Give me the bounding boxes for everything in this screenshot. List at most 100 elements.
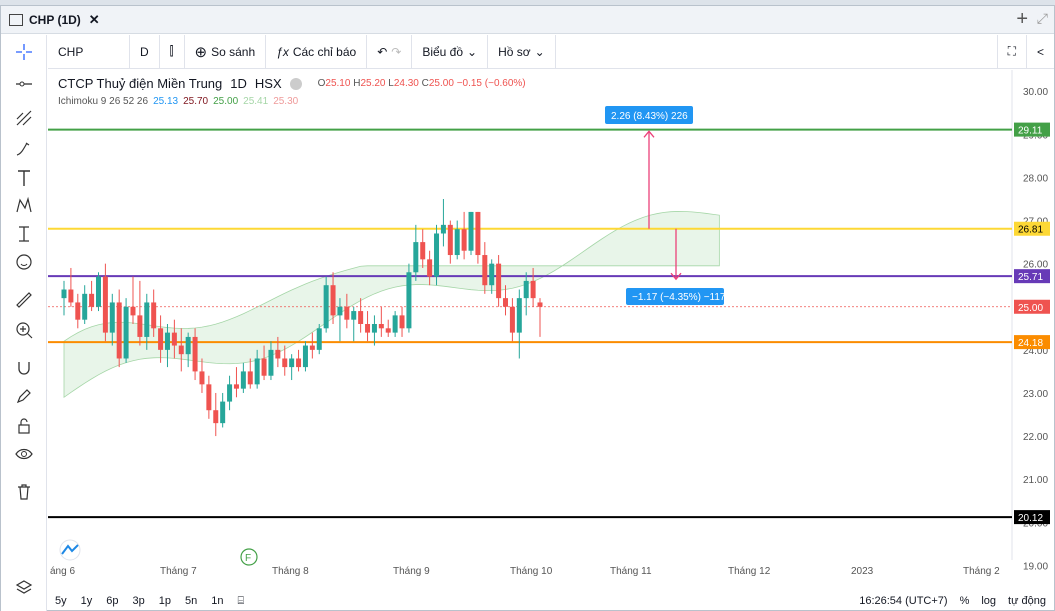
ohlc-values: O25.10 H25.20 L24.30 C25.00 −0.15 (−0.60…: [317, 78, 526, 89]
chart-type-menu[interactable]: Biểu đồ ⌄: [412, 35, 489, 68]
compare-label: So sánh: [211, 44, 256, 59]
range-5y[interactable]: 5y: [48, 595, 74, 607]
event-marker-label: F: [245, 553, 251, 564]
ruler-icon[interactable]: [13, 289, 35, 311]
candle-body: [199, 371, 205, 385]
candle-body: [116, 302, 122, 359]
candle-body: [261, 358, 267, 376]
measure-icon[interactable]: [13, 223, 35, 245]
lock-icon[interactable]: [13, 415, 35, 437]
pencil-lock-icon[interactable]: [13, 385, 35, 407]
interval-label: D: [140, 44, 149, 59]
candle-body: [158, 328, 164, 350]
drawing-toolbar: [1, 35, 47, 611]
candle-body: [178, 345, 184, 355]
x-tick-label: Tháng 8: [272, 566, 309, 577]
percent-toggle[interactable]: %: [960, 595, 970, 607]
y-tick-label: 22.00: [1023, 432, 1048, 443]
emoji-icon[interactable]: [13, 251, 35, 273]
eye-icon[interactable]: [13, 443, 35, 465]
candle-body: [268, 349, 274, 376]
candle-body: [323, 285, 329, 329]
candle-body: [385, 328, 391, 333]
candle-body: [392, 315, 398, 333]
chart-area[interactable]: 30.0029.0028.0027.0026.0025.0024.0023.00…: [48, 70, 1054, 580]
symbol-name: CTCP Thuỷ điện Miền Trung: [58, 76, 223, 91]
clock: 16:26:54 (UTC+7): [859, 595, 948, 607]
candle-body: [220, 401, 226, 424]
trash-icon[interactable]: [13, 481, 35, 503]
interval-button[interactable]: D: [130, 35, 160, 68]
candle-body: [227, 384, 233, 402]
function-icon: ƒx: [276, 44, 289, 59]
candle-body: [61, 289, 67, 299]
candle-body: [509, 306, 515, 333]
compare-button[interactable]: ⊕ So sánh: [185, 35, 267, 68]
undo-icon[interactable]: ↶: [377, 45, 387, 59]
range-6p[interactable]: 6p: [99, 595, 125, 607]
chart-type-label: Biểu đồ: [422, 44, 464, 59]
ichimoku-value: 25.30: [273, 96, 299, 107]
log-toggle[interactable]: log: [981, 595, 996, 607]
y-tick-label: 19.00: [1023, 561, 1048, 572]
candle-body: [164, 332, 170, 350]
text-icon[interactable]: [13, 167, 35, 189]
auto-toggle[interactable]: tự động: [1008, 595, 1046, 607]
fib-icon[interactable]: [13, 107, 35, 129]
candle-body: [475, 211, 481, 256]
candle-body: [537, 302, 543, 307]
candle-body: [482, 255, 488, 286]
chevron-down-icon: ⌄: [467, 44, 478, 59]
redo-icon[interactable]: ↷: [391, 45, 401, 59]
range-1p[interactable]: 1p: [152, 595, 178, 607]
ichimoku-label: Ichimoku 9 26 52 26: [58, 96, 149, 107]
candle-body: [233, 384, 239, 389]
candle-body: [109, 302, 115, 333]
candle-body: [503, 298, 509, 307]
fullscreen-icon[interactable]: ⛶: [996, 35, 1027, 68]
candle-body: [378, 324, 384, 329]
candle-body: [406, 272, 412, 329]
tab-title: CHP (1D): [29, 13, 81, 27]
range-5n[interactable]: 5n: [178, 595, 204, 607]
close-icon[interactable]: ✕: [89, 12, 100, 28]
add-tab-icon[interactable]: +: [1016, 8, 1028, 31]
candle-body: [171, 332, 177, 346]
candle-body: [95, 276, 101, 307]
trend-line-icon[interactable]: [13, 73, 35, 95]
last-price-label: 25.00: [1018, 303, 1043, 314]
candle-body: [192, 336, 198, 372]
measure-up-label: 2.26 (8.43%) 226: [611, 111, 688, 122]
range-1n[interactable]: 1n: [204, 595, 230, 607]
brush-icon[interactable]: [13, 137, 35, 159]
range-3p[interactable]: 3p: [126, 595, 152, 607]
zoom-in-icon[interactable]: [13, 319, 35, 341]
crosshair-icon[interactable]: [13, 41, 35, 63]
legend-exchange: HSX: [254, 76, 282, 91]
candle-type-button[interactable]: ⫿: [160, 35, 185, 68]
expand-icon[interactable]: ⤢: [1037, 10, 1048, 27]
candle-body: [468, 211, 474, 251]
price-chart[interactable]: 30.0029.0028.0027.0026.0025.0024.0023.00…: [48, 70, 1054, 580]
indicators-button[interactable]: ƒx Các chỉ báo: [266, 35, 368, 68]
layers-icon[interactable]: [13, 577, 35, 599]
candle-body: [454, 229, 460, 256]
legend-dot-icon[interactable]: [289, 77, 302, 90]
share-icon[interactable]: <: [1027, 35, 1054, 68]
profile-menu[interactable]: Hồ sơ ⌄: [488, 35, 556, 68]
candle-body: [213, 410, 219, 424]
candle-body: [102, 276, 108, 333]
range-1y[interactable]: 1y: [74, 595, 100, 607]
candles-icon: ⫿: [169, 44, 174, 58]
candle-body: [144, 302, 150, 337]
chart-tab[interactable]: CHP (1D) ✕: [9, 12, 100, 28]
candle-body: [302, 345, 308, 368]
pattern-icon[interactable]: [13, 195, 35, 217]
symbol-search[interactable]: CHP: [48, 35, 130, 68]
candle-body: [82, 293, 88, 320]
series-legend: CTCP Thuỷ điện Miền Trung 1D HSX O25.10 …: [58, 76, 526, 91]
magnet-icon[interactable]: [13, 357, 35, 379]
candle-body: [316, 328, 322, 350]
price-label: 25.71: [1018, 272, 1043, 283]
goto-date-icon[interactable]: ⌸: [231, 595, 252, 608]
